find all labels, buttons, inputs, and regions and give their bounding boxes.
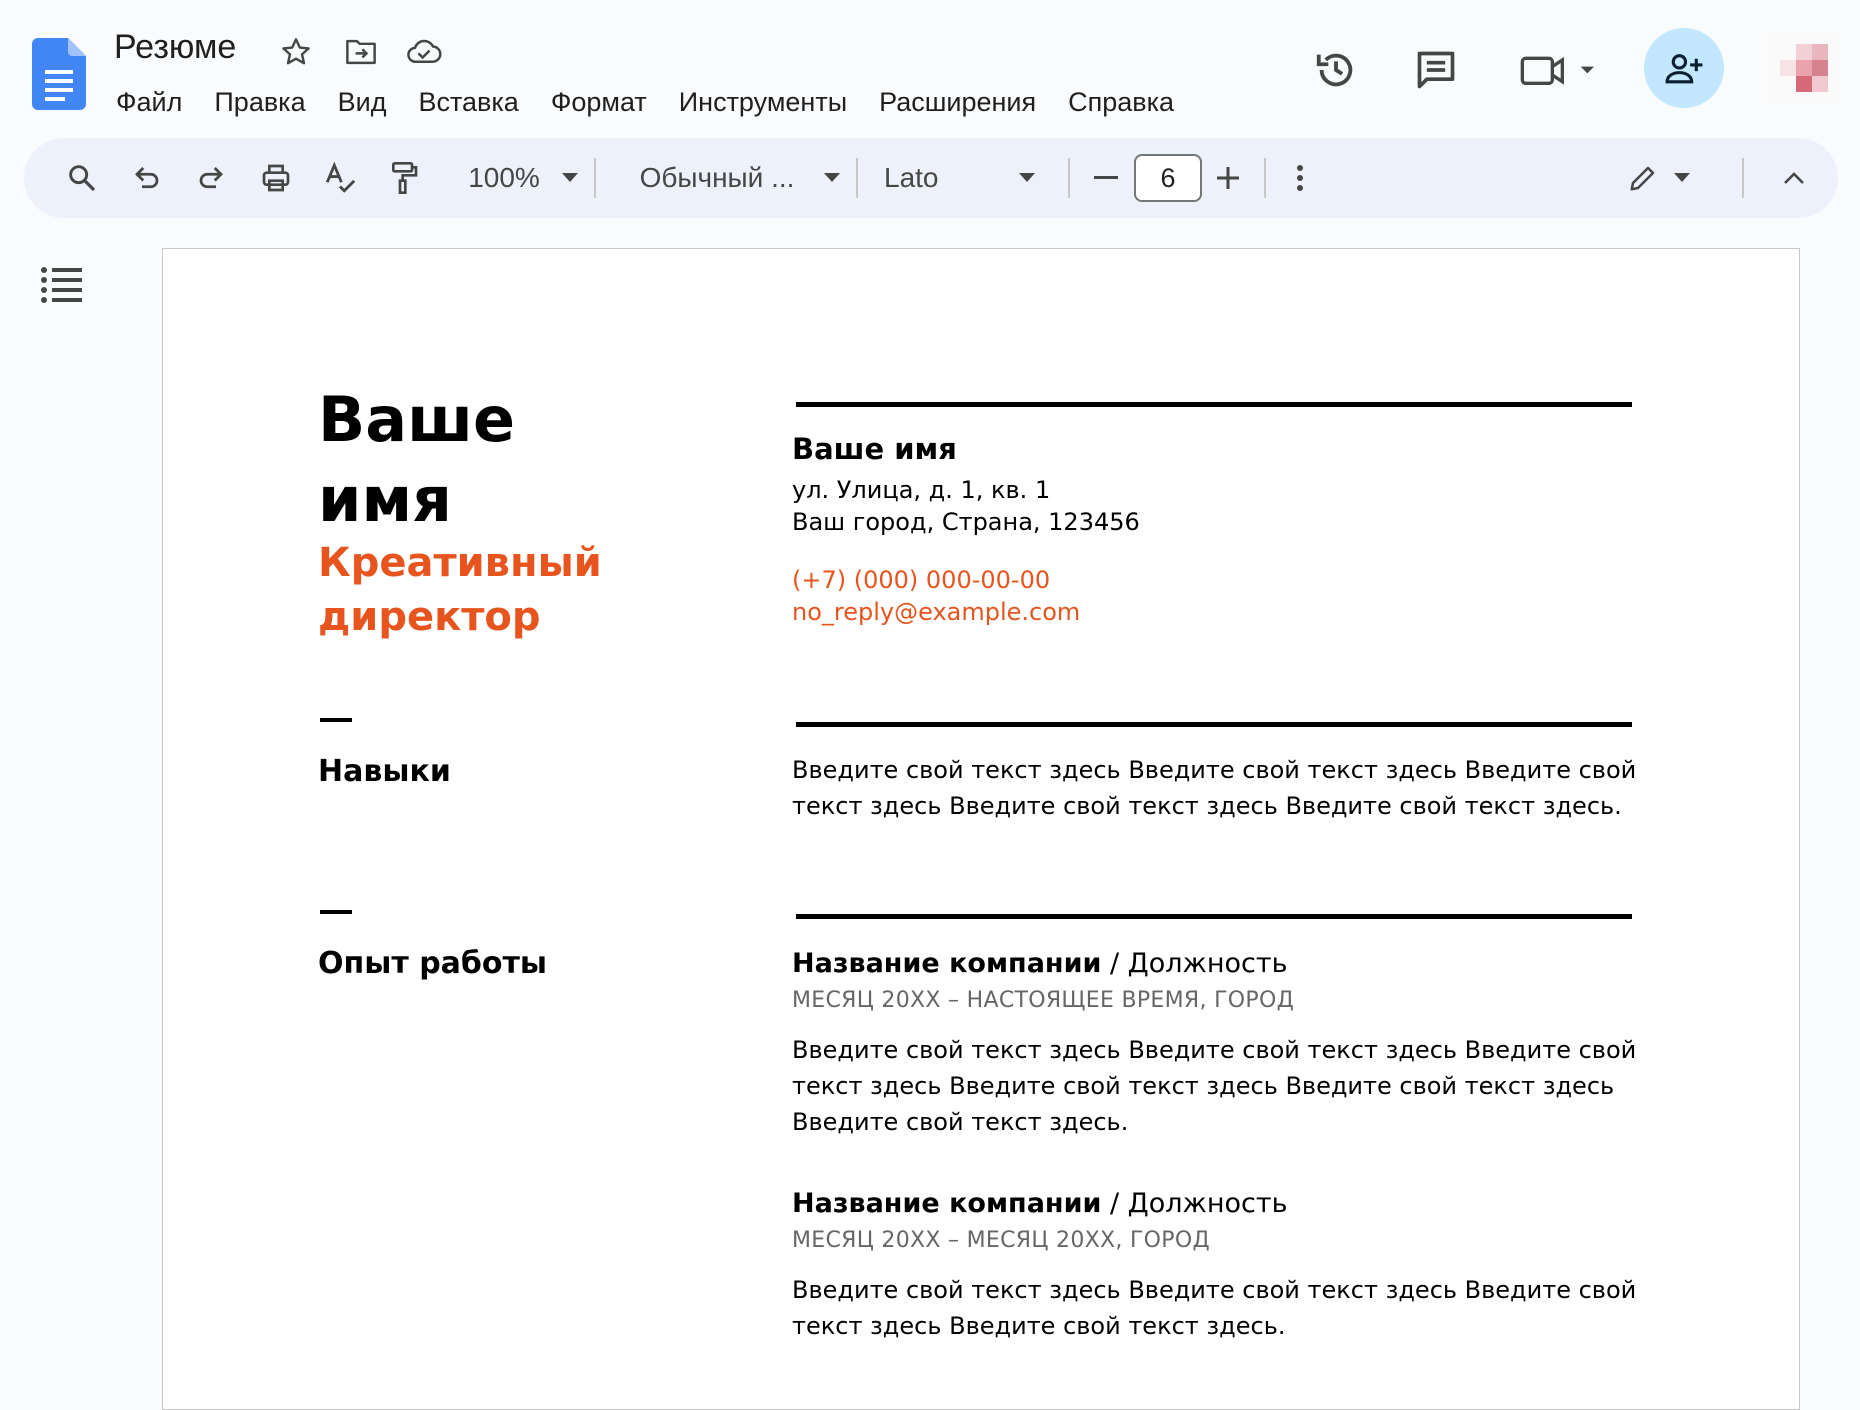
menu-bar: Файл Правка Вид Вставка Формат Инструмен… <box>100 82 1190 122</box>
font-select[interactable]: Lato <box>884 138 1064 218</box>
avatar[interactable] <box>1766 34 1836 104</box>
toolbar: 100% Обычный ... Lato 6 <box>24 138 1838 218</box>
job-meta: МЕСЯЦ 20XX – МЕСЯЦ 20XX, ГОРОД <box>792 1228 1210 1253</box>
doc-title[interactable]: Резюме <box>114 28 236 67</box>
print-icon[interactable] <box>250 138 302 218</box>
position: / Должность <box>1101 948 1288 979</box>
menu-insert[interactable]: Вставка <box>402 82 534 122</box>
skills-label: Навыки <box>318 754 451 789</box>
phone: (+7) (000) 000-00-00 <box>792 566 1051 594</box>
menu-help[interactable]: Справка <box>1052 82 1190 122</box>
company-name: Название компании <box>792 1188 1102 1219</box>
increase-font-size-button[interactable] <box>1206 138 1250 218</box>
edit-mode-icon[interactable] <box>1614 138 1704 218</box>
meet-icon[interactable] <box>1514 44 1604 96</box>
job-title: Название компании / Должность <box>792 1188 1288 1219</box>
redo-icon[interactable] <box>186 138 236 218</box>
menu-extensions[interactable]: Расширения <box>863 82 1052 122</box>
share-button[interactable] <box>1644 28 1724 108</box>
collapse-icon[interactable] <box>1772 138 1816 218</box>
resume-big-name: Ваше имя <box>318 383 515 536</box>
move-to-folder-icon[interactable] <box>343 34 379 70</box>
search-icon[interactable] <box>56 138 108 218</box>
decrease-font-size-button[interactable] <box>1086 138 1126 218</box>
cloud-saved-icon[interactable] <box>406 34 442 70</box>
history-icon[interactable] <box>1310 44 1362 96</box>
job-meta: МЕСЯЦ 20XX – НАСТОЯЩЕЕ ВРЕМЯ, ГОРОД <box>792 988 1295 1013</box>
resume-role: Креативный директор <box>318 540 602 640</box>
menu-edit[interactable]: Правка <box>198 82 321 122</box>
more-icon[interactable] <box>1280 138 1320 218</box>
experience-label: Опыт работы <box>318 946 547 981</box>
style-value: Обычный ... <box>639 162 795 193</box>
chevron-down-icon <box>1018 173 1035 182</box>
section-dash <box>320 910 352 914</box>
address-line-2: Ваш город, Страна, 123456 <box>792 508 1140 536</box>
undo-icon[interactable] <box>122 138 172 218</box>
position: / Должность <box>1101 1188 1288 1219</box>
docs-logo-icon[interactable] <box>32 38 86 110</box>
job-description: Введите свой текст здесь Введите свой те… <box>792 1036 1637 1136</box>
menu-tools[interactable]: Инструменты <box>663 82 863 122</box>
style-select[interactable]: Обычный ... <box>622 138 858 218</box>
job-description: Введите свой текст здесь Введите свой те… <box>792 1276 1637 1340</box>
menu-format[interactable]: Формат <box>535 82 663 122</box>
section-rule <box>796 402 1632 407</box>
company-name: Название компании <box>792 948 1102 979</box>
paint-format-icon[interactable] <box>378 138 430 218</box>
chevron-down-icon <box>1674 173 1690 182</box>
outline-icon[interactable] <box>40 264 84 304</box>
section-dash <box>320 718 352 722</box>
contact-name: Ваше имя <box>792 432 957 466</box>
job-title: Название компании / Должность <box>792 948 1288 979</box>
font-value: Lato <box>884 162 939 193</box>
address-line-1: ул. Улица, д. 1, кв. 1 <box>792 476 1051 504</box>
chevron-down-icon <box>824 173 841 182</box>
skills-text: Введите свой текст здесь Введите свой те… <box>792 756 1637 820</box>
section-rule <box>796 914 1632 919</box>
chevron-down-icon <box>561 173 578 182</box>
menu-file[interactable]: Файл <box>100 82 198 122</box>
zoom-value: 100% <box>468 162 540 193</box>
font-size-input[interactable]: 6 <box>1134 154 1202 202</box>
share-icon <box>1665 54 1703 84</box>
menu-view[interactable]: Вид <box>322 82 403 122</box>
comments-icon[interactable] <box>1410 44 1462 96</box>
email: no_reply@example.com <box>792 598 1081 626</box>
spellcheck-icon[interactable] <box>314 138 366 218</box>
star-icon[interactable] <box>278 34 314 70</box>
zoom-select[interactable]: 100% <box>448 138 598 218</box>
section-rule <box>796 722 1632 727</box>
